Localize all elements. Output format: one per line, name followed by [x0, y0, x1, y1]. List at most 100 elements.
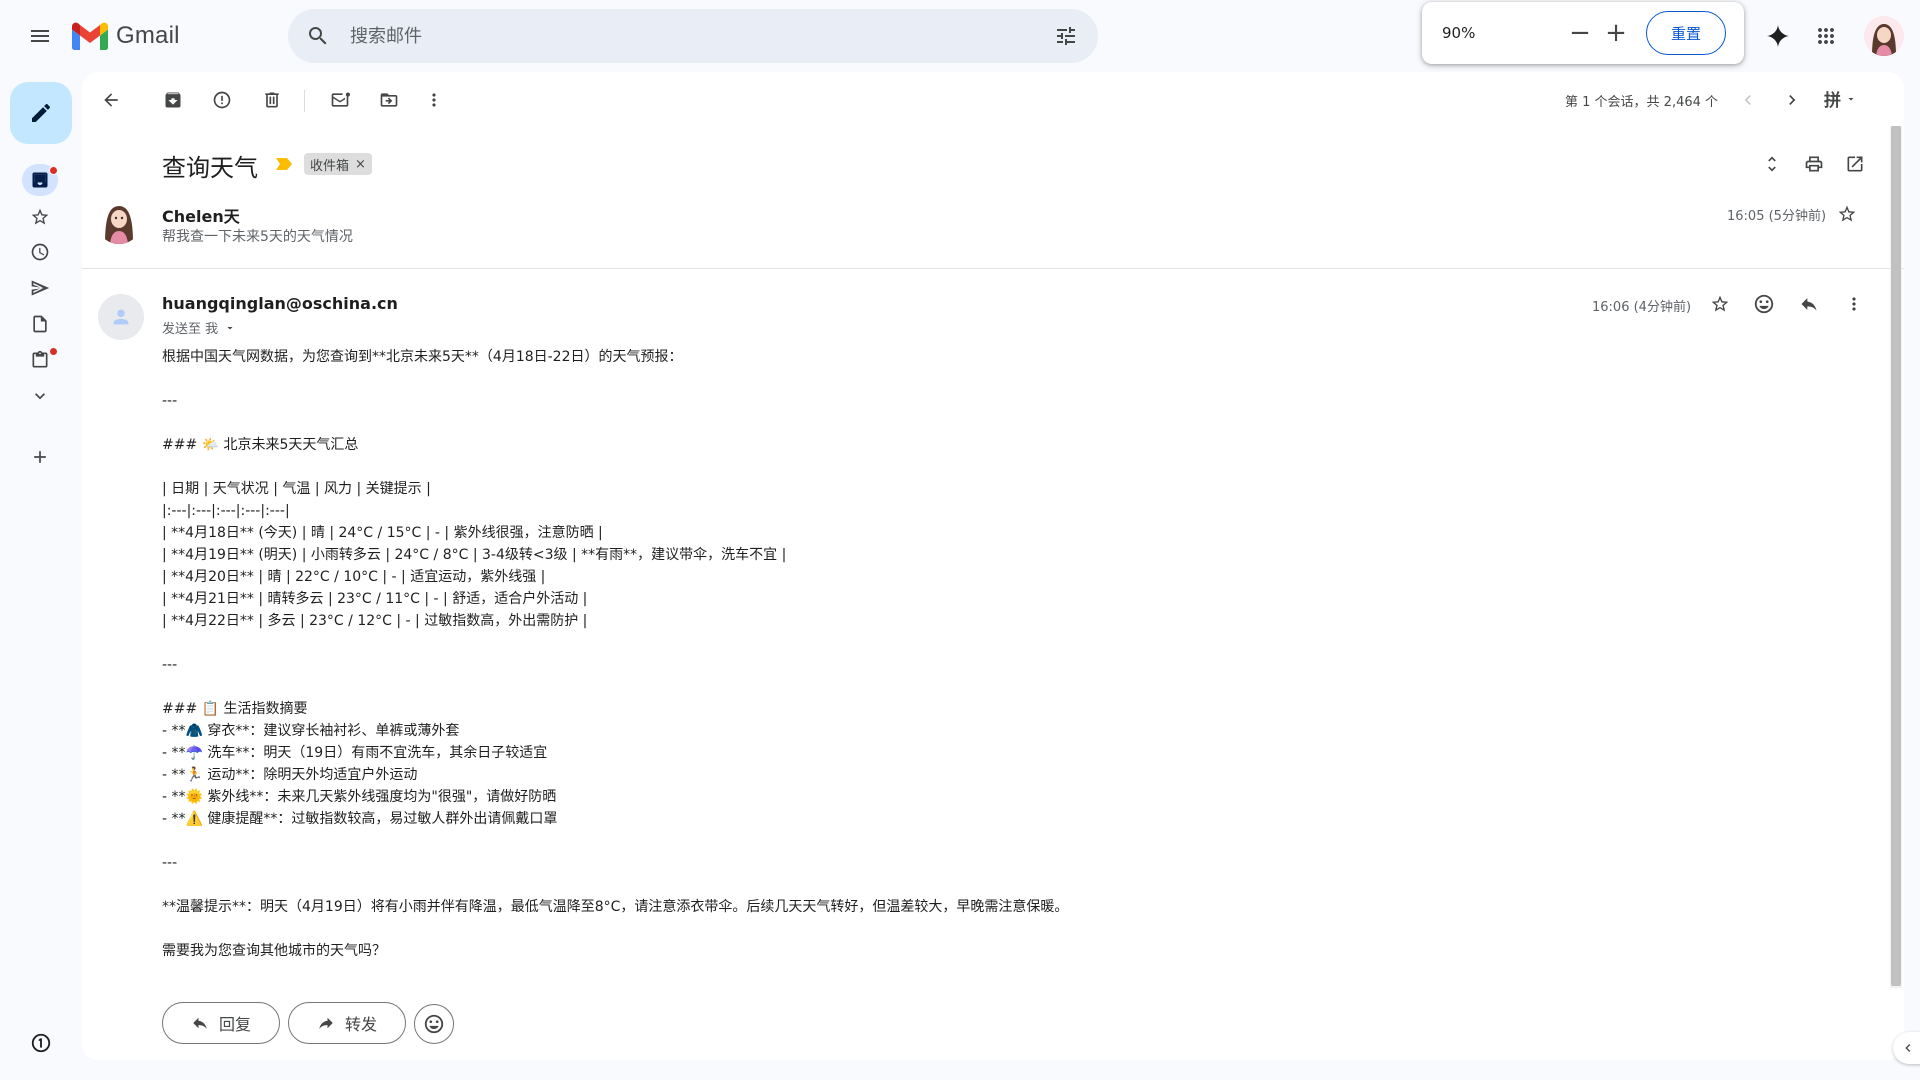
- message1-snippet[interactable]: 帮我查一下未来5天的天气情况: [162, 226, 353, 246]
- star-icon: [30, 207, 50, 227]
- inbox-icon: [30, 170, 50, 190]
- rail-drafts[interactable]: [28, 312, 52, 336]
- chevron-left-icon: [1900, 1040, 1916, 1056]
- body-line: [162, 412, 1462, 434]
- zoom-out-button[interactable]: −: [1562, 15, 1598, 51]
- message-divider: [82, 268, 1904, 269]
- body-line: - **⚠️ 健康提醒**：过敏指数较高，易过敏人群外出请佩戴口罩: [162, 811, 558, 827]
- email-view: 第 1 个会话，共 2,464 个 拼 查询天气 收件箱 × Chelen天 帮…: [82, 72, 1904, 1060]
- main-menu-icon: [28, 24, 52, 48]
- emoji-icon: [423, 1013, 445, 1035]
- sender-avatar-generic[interactable]: [98, 294, 144, 340]
- forward-icon: [317, 1014, 335, 1032]
- archive-icon[interactable]: [161, 88, 185, 112]
- body-line: ---: [162, 855, 178, 871]
- body-line: [162, 918, 1462, 940]
- input-tools-button[interactable]: 拼: [1824, 86, 1857, 111]
- open-new-window-icon[interactable]: [1843, 152, 1867, 176]
- rail-sent[interactable]: [28, 276, 52, 300]
- zoom-level: 90%: [1442, 24, 1476, 42]
- expand-all-icon[interactable]: [1760, 152, 1784, 176]
- body-line: | 日期 | 天气状况 | 气温 | 风力 | 关键提示 |: [162, 481, 431, 497]
- toolbar-divider: [304, 90, 305, 112]
- rail-create-label[interactable]: [28, 445, 52, 469]
- message2-time: 16:06 (4分钟前): [1592, 300, 1692, 315]
- zoom-popup: 90% − + 重置: [1422, 2, 1744, 64]
- trash-icon[interactable]: [260, 88, 284, 112]
- clipboard-icon: [30, 350, 50, 370]
- body-line: [162, 368, 1462, 390]
- body-line: [162, 456, 1462, 478]
- message1-time: 16:05 (5分钟前): [1727, 209, 1827, 224]
- back-arrow-icon[interactable]: [99, 88, 123, 112]
- message-body: 根据中国天气网数据，为您查询到**北京未来5天**（4月18日-22日）的天气预…: [162, 346, 1462, 984]
- pagination-text: 第 1 个会话，共 2,464 个: [1565, 95, 1719, 110]
- report-spam-icon[interactable]: [210, 88, 234, 112]
- body-line: [162, 676, 1462, 698]
- body-line: - **🏃 运动**：除明天外均适宜户外运动: [162, 767, 418, 783]
- top-bar: Gmail 90% − + 重置: [0, 0, 1920, 72]
- apps-icon[interactable]: [1814, 24, 1838, 48]
- account-avatar[interactable]: [1864, 16, 1904, 56]
- search-input[interactable]: [350, 25, 1000, 47]
- gemini-icon[interactable]: [1766, 24, 1790, 48]
- email-subject: 查询天气: [162, 154, 258, 182]
- message2-star-icon[interactable]: [1708, 292, 1732, 316]
- forward-label: 转发: [344, 1015, 377, 1034]
- main-menu-button[interactable]: [20, 16, 60, 56]
- body-line: - **🧥 穿衣**：建议穿长袖衬衫、单裤或薄外套: [162, 723, 460, 739]
- pencil-icon: [29, 101, 53, 125]
- body-line: ### 📋 生活指数摘要: [162, 701, 308, 717]
- body-line: ### 🌤️ 北京未来5天天气汇总: [162, 437, 359, 453]
- chevron-down-icon: [30, 386, 50, 406]
- message2-recipients[interactable]: 发送至 我: [162, 318, 236, 337]
- body-line: [162, 962, 1462, 984]
- chevron-right-icon[interactable]: [1780, 88, 1804, 112]
- move-to-icon[interactable]: [377, 88, 401, 112]
- reply-label: 回复: [218, 1015, 251, 1034]
- compose-button[interactable]: [10, 82, 72, 144]
- search-options-icon[interactable]: [1054, 24, 1078, 48]
- more-vert-icon[interactable]: [1842, 292, 1866, 316]
- importance-marker-icon[interactable]: [276, 158, 292, 170]
- clock-icon: [30, 242, 50, 262]
- emoji-reaction-button[interactable]: [414, 1004, 454, 1044]
- rail-snoozed[interactable]: [28, 240, 52, 264]
- scrollbar-thumb[interactable]: [1891, 126, 1901, 986]
- message2-sender[interactable]: huangqinglan@oschina.cn: [162, 294, 398, 313]
- body-line: ---: [162, 393, 178, 409]
- body-line: [162, 874, 1462, 896]
- forward-button[interactable]: 转发: [288, 1002, 406, 1044]
- inbox-label-chip: 收件箱 ×: [304, 153, 372, 175]
- body-line: 根据中国天气网数据，为您查询到**北京未来5天**（4月18日-22日）的天气预…: [162, 349, 683, 365]
- purchases-notification-dot: [49, 347, 58, 356]
- chevron-left-icon[interactable]: [1736, 88, 1760, 112]
- zoom-in-button[interactable]: +: [1598, 15, 1634, 51]
- more-vert-icon[interactable]: [422, 88, 446, 112]
- search-icon[interactable]: [306, 24, 330, 48]
- body-line: |:---|:---|:---|:---|:---|: [162, 503, 290, 519]
- caret-down-icon: [1845, 93, 1857, 105]
- send-icon: [30, 278, 50, 298]
- body-line: [162, 632, 1462, 654]
- reply-button[interactable]: 回复: [162, 1002, 280, 1044]
- reply-icon[interactable]: [1797, 292, 1821, 316]
- side-panel-toggle[interactable]: [1893, 1032, 1920, 1064]
- search-bar[interactable]: [288, 9, 1098, 63]
- zoom-reset-button[interactable]: 重置: [1646, 11, 1726, 55]
- body-line: | **4月21日** | 晴转多云 | 23°C / 11°C | - | 舒…: [162, 591, 588, 607]
- rail-more[interactable]: [28, 384, 52, 408]
- body-line: | **4月18日** (今天) | 晴 | 24°C / 15°C | - |…: [162, 525, 603, 541]
- body-line: **温馨提示**：明天（4月19日）将有小雨并伴有降温，最低气温降至8°C，请注…: [162, 899, 1069, 915]
- remove-label-button[interactable]: ×: [355, 157, 366, 172]
- message1-star-icon[interactable]: [1835, 202, 1859, 226]
- sender-avatar[interactable]: [96, 198, 142, 244]
- gmail-logo[interactable]: Gmail: [72, 18, 180, 54]
- emoji-icon[interactable]: [1752, 292, 1776, 316]
- print-icon[interactable]: [1802, 152, 1826, 176]
- rail-starred[interactable]: [28, 205, 52, 229]
- mark-unread-icon[interactable]: [328, 88, 352, 112]
- upgrade-icon[interactable]: [30, 1032, 52, 1054]
- body-line: | **4月20日** | 晴 | 22°C / 10°C | - | 适宜运动…: [162, 569, 546, 585]
- message1-sender[interactable]: Chelen天: [162, 203, 240, 227]
